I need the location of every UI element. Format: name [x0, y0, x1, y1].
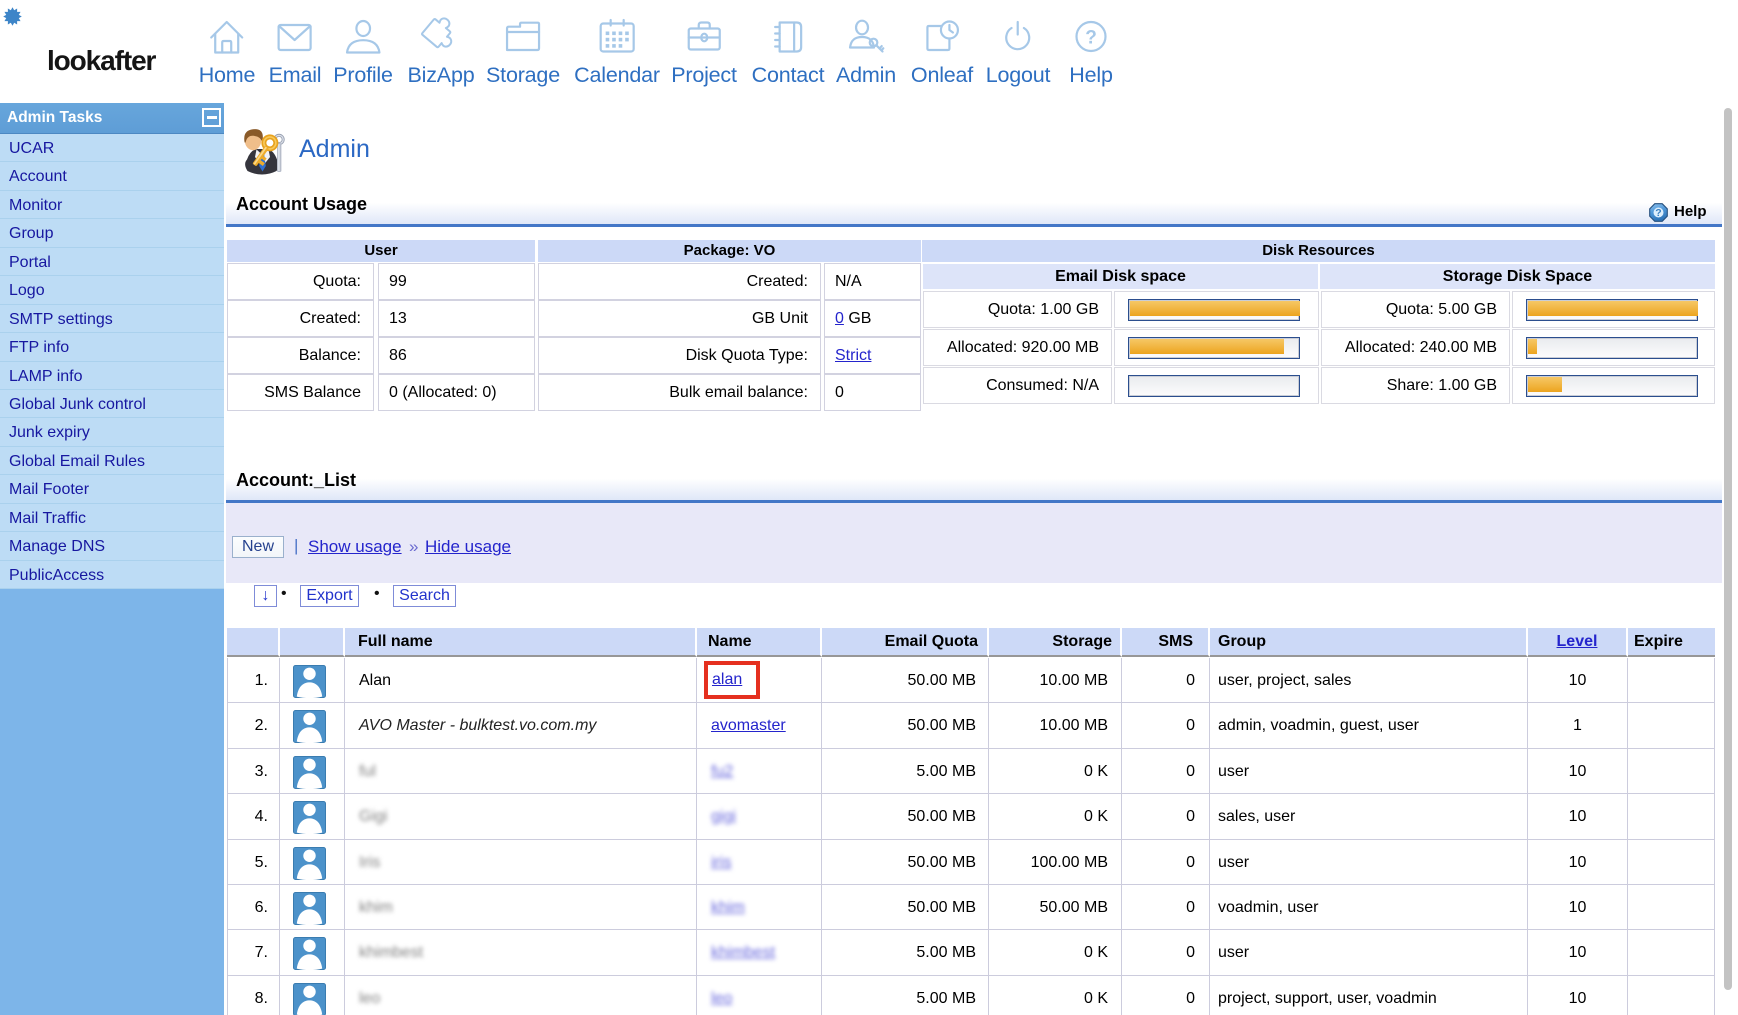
svg-text:?: ? [1655, 207, 1661, 219]
svg-text:?: ? [1085, 27, 1097, 48]
